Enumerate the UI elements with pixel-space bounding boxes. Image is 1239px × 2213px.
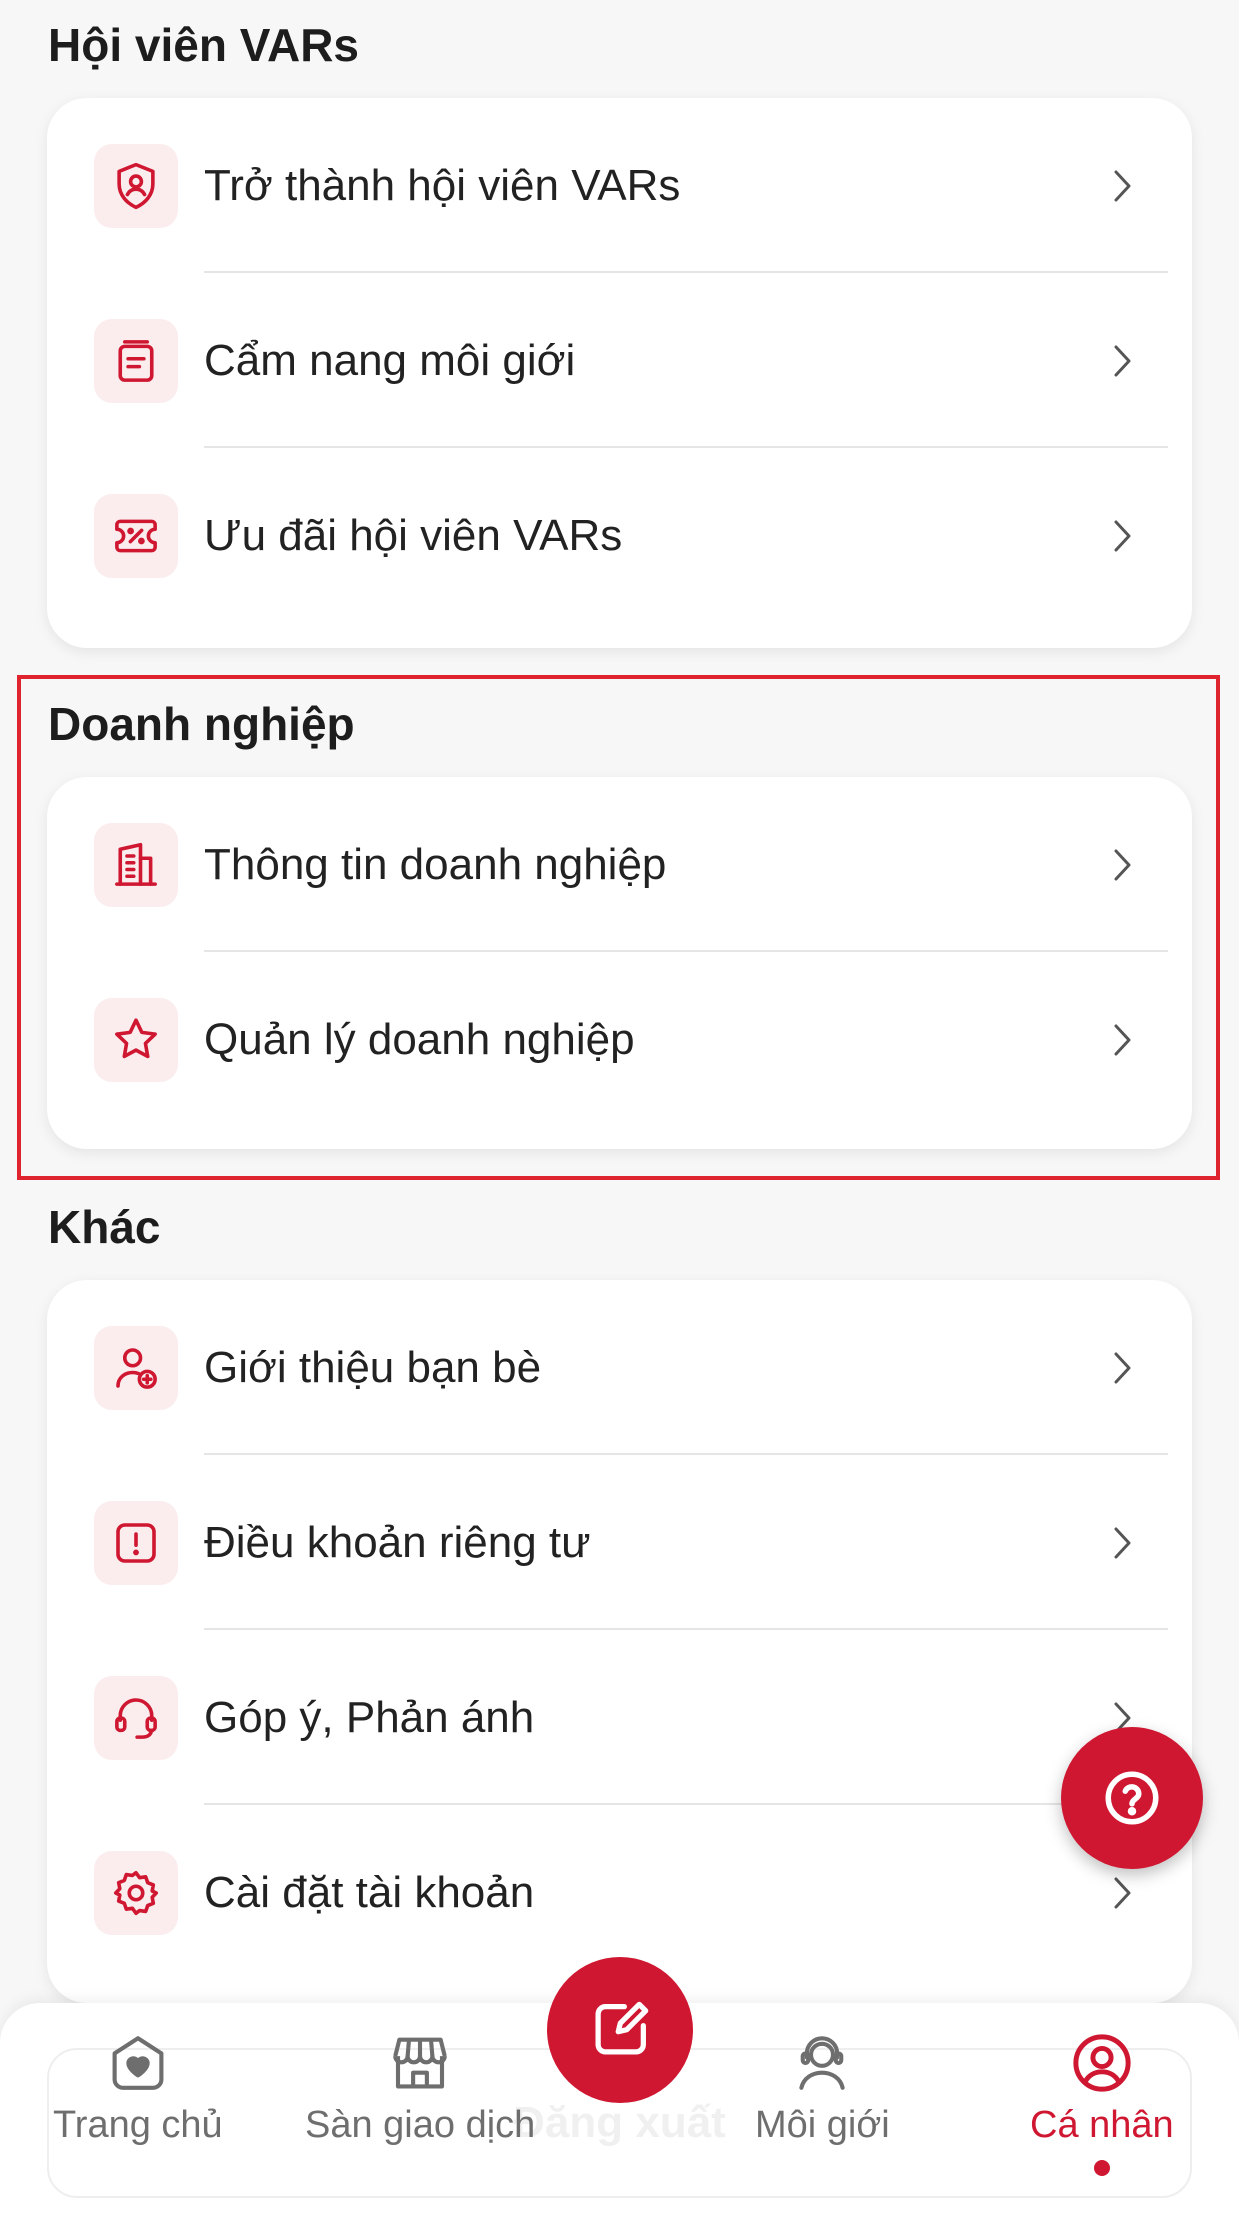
menu-item-refer-friends[interactable]: Giới thiệu bạn bè — [47, 1280, 1192, 1455]
business-card: Thông tin doanh nghiệp Quản lý doanh ngh… — [47, 777, 1192, 1149]
shield-user-icon — [94, 143, 178, 228]
headset-icon — [94, 1675, 178, 1760]
broker-icon — [799, 2036, 846, 2090]
user-add-icon — [94, 1325, 178, 1410]
menu-item-label: Giới thiệu bạn bè — [204, 1342, 542, 1392]
menu-item-label: Thông tin doanh nghiệp — [204, 839, 667, 889]
menu-item-label: Góp ý, Phản ánh — [204, 1692, 535, 1742]
star-icon — [94, 997, 178, 1082]
logout-label: Đăng xuất — [513, 2098, 726, 2147]
menu-item-business-manage[interactable]: Quản lý doanh nghiệp — [47, 952, 1192, 1127]
menu-item-label: Quản lý doanh nghiệp — [204, 1014, 635, 1064]
discount-ticket-icon — [94, 493, 178, 578]
section-title-business: Doanh nghiệp — [48, 698, 355, 750]
chevron-right-icon — [1114, 1877, 1131, 1908]
menu-item-member-offers[interactable]: Ưu đãi hội viên VARs — [47, 448, 1192, 623]
chevron-right-icon — [1114, 1352, 1131, 1383]
menu-item-become-member[interactable]: Trở thành hội viên VARs — [47, 98, 1192, 273]
menu-item-label: Cài đặt tài khoản — [204, 1867, 535, 1917]
question-icon — [1105, 1771, 1159, 1825]
store-icon — [393, 2037, 447, 2089]
nav-broker-label: Môi giới — [755, 2104, 890, 2146]
section-title-other: Khác — [48, 1201, 161, 1253]
other-card: Giới thiệu bạn bè Điều khoản riêng tư Gó… — [47, 1280, 1192, 2003]
menu-item-label: Cẩm nang môi giới — [204, 335, 576, 385]
menu-item-label: Điều khoản riêng tư — [204, 1517, 591, 1567]
chevron-right-icon — [1114, 520, 1131, 551]
menu-item-label: Trở thành hội viên VARs — [204, 160, 681, 210]
nav-market-label: Sàn giao dịch — [305, 2104, 536, 2146]
nav-home[interactable]: Trang chủ — [53, 2030, 223, 2147]
chevron-right-icon — [1114, 1024, 1131, 1055]
active-indicator-dot — [1094, 2160, 1110, 2176]
chevron-right-icon — [1114, 1527, 1131, 1558]
chevron-right-icon — [1114, 170, 1131, 201]
chevron-right-icon — [1114, 849, 1131, 880]
edit-note-icon — [595, 2001, 649, 2055]
menu-item-label: Ưu đãi hội viên VARs — [204, 510, 623, 560]
nav-broker[interactable]: Môi giới — [755, 2030, 890, 2147]
menu-item-feedback[interactable]: Góp ý, Phản ánh — [47, 1630, 1192, 1805]
home-heart-icon — [112, 2036, 164, 2090]
profile-icon — [1073, 2034, 1131, 2092]
nav-profile[interactable]: Cá nhân — [1030, 2030, 1174, 2147]
create-post-button[interactable] — [547, 1957, 693, 2103]
section-title-members: Hội viên VARs — [48, 19, 359, 71]
nav-market[interactable]: Sàn giao dịch — [305, 2030, 535, 2147]
help-button[interactable] — [1061, 1727, 1203, 1869]
chevron-right-icon — [1114, 345, 1131, 376]
menu-item-broker-handbook[interactable]: Cẩm nang môi giới — [47, 273, 1192, 448]
nav-profile-label: Cá nhân — [1030, 2104, 1174, 2146]
building-icon — [94, 822, 178, 907]
alert-icon — [94, 1500, 178, 1585]
members-card: Trở thành hội viên VARs Cẩm nang môi giớ… — [47, 98, 1192, 648]
menu-item-business-info[interactable]: Thông tin doanh nghiệp — [47, 777, 1192, 952]
nav-home-label: Trang chủ — [53, 2104, 223, 2146]
handbook-icon — [94, 318, 178, 403]
gear-icon — [94, 1850, 178, 1935]
menu-item-privacy-terms[interactable]: Điều khoản riêng tư — [47, 1455, 1192, 1630]
